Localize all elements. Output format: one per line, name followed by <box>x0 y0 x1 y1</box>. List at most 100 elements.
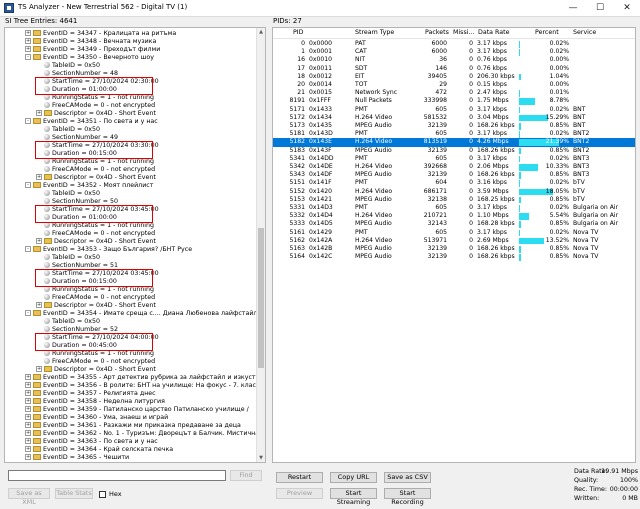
expand-icon[interactable]: + <box>25 46 31 52</box>
tree-node[interactable]: + EventID = 34365 - Чешити <box>25 454 129 462</box>
tree-node[interactable]: + EventID = 34357 - Религията днес <box>25 390 156 398</box>
tree-node[interactable]: + EventID = 34348 - Вечната музика <box>25 38 156 46</box>
col-header-data-rate[interactable]: Data Rate <box>478 28 509 38</box>
tree-node[interactable]: - EventID = 34352 - Моят плейлист <box>25 182 153 190</box>
table-row[interactable]: 5181 0x143D PMT 605 0 3.17 kbps BNT2 0.02% <box>273 130 635 138</box>
table-row[interactable]: 5163 0x142B MPEG Audio 32139 0 168.26 kbps Nov… <box>273 245 635 253</box>
tree-leaf[interactable]: FreeCAMode = 0 - not encrypted <box>36 102 155 110</box>
save-csv-button[interactable]: Save as CSV <box>384 472 431 483</box>
table-row[interactable]: 16 0x0010 NIT 36 0 0.76 kbps 0.00% <box>273 56 635 64</box>
table-row[interactable]: 18 0x0012 EIT 39405 0 206.30 kbps 1.04% <box>273 73 635 81</box>
expand-icon[interactable]: + <box>36 302 42 308</box>
expand-icon[interactable]: + <box>25 446 31 452</box>
table-row[interactable]: 1 0x0001 CAT 6000 0 3.17 kbps 0.02% <box>273 48 635 56</box>
tree-node[interactable]: + EventID = 34356 - В ролите: БНТ на учил… <box>25 382 265 390</box>
tree-node[interactable]: + EventID = 34363 - По света и у нас <box>25 438 158 446</box>
collapse-icon[interactable]: - <box>25 182 31 188</box>
collapse-icon[interactable]: - <box>25 310 31 316</box>
tree-leaf[interactable]: TableID = 0x50 <box>36 318 100 326</box>
tree-search-input[interactable] <box>8 470 226 481</box>
tree-node[interactable]: - EventID = 34350 - Вечерното шоу <box>25 54 154 62</box>
tree-scrollbar[interactable]: ▲ ▼ <box>256 28 265 462</box>
tree-node[interactable]: + EventID = 34359 - Патиланско царство Па… <box>25 406 249 414</box>
tree-node[interactable]: + Descriptor = 0x4D - Short Event <box>36 302 156 310</box>
tree-node[interactable]: + EventID = 34355 - Арт детектив рубрика … <box>25 374 263 382</box>
tree-node[interactable]: - EventID = 34353 - Защо България? /БНТ Р… <box>25 246 192 254</box>
minimize-button[interactable]: — <box>560 0 586 16</box>
table-row[interactable]: 21 0x0015 Network Sync 472 0 2.47 kbps 0.01% <box>273 89 635 97</box>
expand-icon[interactable]: + <box>36 110 42 116</box>
tree-node[interactable]: + EventID = 34361 - Разкажи ми приказка п… <box>25 422 241 430</box>
col-header-service[interactable]: Service <box>573 28 596 38</box>
expand-icon[interactable]: + <box>36 174 42 180</box>
expand-icon[interactable]: + <box>25 382 31 388</box>
expand-icon[interactable]: + <box>36 238 42 244</box>
scroll-up-icon[interactable]: ▲ <box>257 28 265 36</box>
expand-icon[interactable]: + <box>25 414 31 420</box>
tree-node[interactable]: + Descriptor = 0x4D - Short Event <box>36 174 156 182</box>
tree-leaf[interactable]: FreeCAMode = 0 - not encrypted <box>36 166 155 174</box>
maximize-button[interactable]: ☐ <box>587 0 613 16</box>
tree-node[interactable]: + EventID = 34362 - No. 1 - Туризъм: Двор… <box>25 430 265 438</box>
tree-node[interactable]: + EventID = 34364 - Край селската печка <box>25 446 173 454</box>
tree-leaf[interactable]: TableID = 0x50 <box>36 254 100 262</box>
expand-icon[interactable]: + <box>25 454 31 460</box>
tree-node[interactable]: - EventID = 34354 - Имате среща с.... Диа… <box>25 310 265 318</box>
expand-icon[interactable]: + <box>25 438 31 444</box>
tree-node[interactable]: + EventID = 34349 - Преходът филми <box>25 46 160 54</box>
tree-node[interactable]: - EventID = 34351 - По света и у нас <box>25 118 158 126</box>
start-streaming-button[interactable]: Start Streaming <box>330 488 377 506</box>
collapse-icon[interactable]: - <box>25 54 31 60</box>
tree-leaf[interactable]: RunningStatus = 1 - not running <box>36 158 154 166</box>
table-row[interactable]: 5162 0x142A H.264 Video 513971 0 2.69 Mbps Nov… <box>273 237 635 245</box>
expand-icon[interactable]: + <box>36 366 42 372</box>
restart-button[interactable]: Restart <box>276 472 323 483</box>
tree-leaf[interactable]: FreeCAMode = 0 - not encrypted <box>36 230 155 238</box>
copy-url-button[interactable]: Copy URL <box>330 472 377 483</box>
table-stats-button[interactable]: Table Stats <box>55 488 93 499</box>
table-row[interactable]: 5183 0x143F MPEG Audio 32139 0 168.26 kbps BNT… <box>273 147 635 155</box>
tree-leaf[interactable]: TableID = 0x50 <box>36 62 100 70</box>
tree-node[interactable]: + Descriptor = 0x4D - Short Event <box>36 238 156 246</box>
start-recording-button[interactable]: Start Recording <box>384 488 431 506</box>
table-row[interactable]: 5342 0x14DE H.264 Video 392668 0 2.06 Mbps BNT… <box>273 163 635 171</box>
table-row[interactable]: 5172 0x1434 H.264 Video 581532 0 3.04 Mbps BNT… <box>273 114 635 122</box>
expand-icon[interactable]: + <box>25 390 31 396</box>
table-row[interactable]: 20 0x0014 TOT 29 0 0.15 kbps 0.00% <box>273 81 635 89</box>
tree-leaf[interactable]: FreeCAMode = 0 - not encrypted <box>36 294 155 302</box>
hex-checkbox[interactable] <box>99 491 106 498</box>
table-row[interactable]: 0 0x0000 PAT 6000 0 3.17 kbps 0.02% <box>273 40 635 48</box>
tree-leaf[interactable]: RunningStatus = 1 - not running <box>36 222 154 230</box>
table-row[interactable]: 5173 0x1435 MPEG Audio 32139 0 168.26 kbps BNT… <box>273 122 635 130</box>
table-row[interactable]: 5182 0x143E H.264 Video 813519 0 4.26 Mbps BNT… <box>273 138 635 147</box>
table-row[interactable]: 5171 0x1433 PMT 605 0 3.17 kbps BNT 0.02% <box>273 106 635 114</box>
col-header-pid[interactable]: PID <box>293 28 304 38</box>
table-row[interactable]: 5343 0x14DF MPEG Audio 32139 0 168.26 kbps BNT… <box>273 171 635 179</box>
tree-node[interactable]: + EventID = 34347 - Кралицата на ритъма <box>25 30 176 38</box>
col-header-packets[interactable]: Packets <box>425 28 449 38</box>
tree-node[interactable]: + Descriptor = 0x4D - Short Event <box>36 110 156 118</box>
expand-icon[interactable]: + <box>25 30 31 36</box>
table-row[interactable]: 5333 0x14D5 MPEG Audio 32143 0 168.28 kbps Bul… <box>273 220 635 228</box>
pid-table[interactable]: PID Stream Type Packets Missi... Data Ra… <box>272 27 636 463</box>
table-row[interactable]: 5332 0x14D4 H.264 Video 210721 0 1.10 Mbps Bul… <box>273 212 635 220</box>
table-row[interactable]: 8191 0x1FFF Null Packets 333998 0 1.75 Mbps 8.… <box>273 97 635 105</box>
table-row[interactable]: 5164 0x142C MPEG Audio 32139 0 168.26 kbps Nov… <box>273 253 635 261</box>
tree-leaf[interactable]: RunningStatus = 1 - not running <box>36 286 154 294</box>
tree-leaf[interactable]: RunningStatus = 1 - not running <box>36 94 154 102</box>
expand-icon[interactable]: + <box>25 374 31 380</box>
expand-icon[interactable]: + <box>25 422 31 428</box>
expand-icon[interactable]: + <box>25 406 31 412</box>
col-header-percent[interactable]: Percent <box>535 28 559 38</box>
table-row[interactable]: 5331 0x14D3 PMT 605 0 3.17 kbps Bulgaria on Ai… <box>273 204 635 212</box>
tree-node[interactable]: + Descriptor = 0x4D - Short Event <box>36 366 156 374</box>
col-header-missing[interactable]: Missi... <box>453 28 475 38</box>
tree-leaf[interactable]: TableID = 0x50 <box>36 190 100 198</box>
table-row[interactable]: 5151 0x141F PMT 604 0 3.16 kbps bTV 0.02% <box>273 179 635 187</box>
collapse-icon[interactable]: - <box>25 246 31 252</box>
table-row[interactable]: 17 0x0011 SDT 146 0 0.76 kbps 0.00% <box>273 65 635 73</box>
find-button[interactable]: Find <box>230 470 262 481</box>
table-row[interactable]: 5161 0x1429 PMT 605 0 3.17 kbps Nova TV 0.02% <box>273 229 635 237</box>
tree-scroll-thumb[interactable] <box>258 228 264 368</box>
save-as-xml-button[interactable]: Save as XML <box>8 488 50 506</box>
